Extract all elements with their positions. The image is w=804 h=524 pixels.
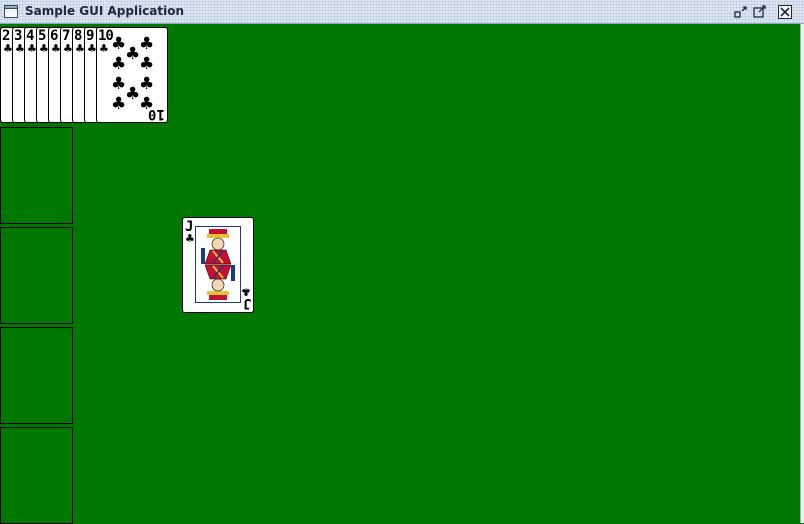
club-pip-icon: ♣ <box>139 34 155 54</box>
close-icon[interactable] <box>778 5 792 19</box>
empty-pile-2[interactable] <box>0 227 73 324</box>
window-border <box>800 24 804 523</box>
card-rank-inverted: 10 <box>148 106 165 122</box>
card-10-of-clubs[interactable]: 10 ♣ ♣ ♣ ♣ ♣ ♣ ♣ ♣ ♣ ♣ ♣ 10 <box>96 27 168 123</box>
card-rank: 4 <box>26 28 35 44</box>
window-title: Sample GUI Application <box>25 4 185 18</box>
window-icon <box>4 5 18 18</box>
card-rank: 7 <box>62 28 71 44</box>
club-pip-icon: ♣ <box>111 54 127 74</box>
maximize-icon[interactable] <box>753 5 767 19</box>
club-icon: ♣ <box>185 232 195 245</box>
club-pip-icon: ♣ <box>139 74 155 94</box>
card-jack-of-clubs[interactable]: J ♣ ♣ J <box>182 217 254 313</box>
restore-down-icon[interactable] <box>734 5 748 19</box>
card-rank-inverted: J <box>242 295 251 311</box>
card-rank: 8 <box>74 28 83 44</box>
club-pip-icon: ♣ <box>139 54 155 74</box>
club-pip-icon: ♣ <box>125 44 141 64</box>
application-window: Sample GUI Application 2 ♣ 3 ♣ 4 ♣ 5 ♣ 6… <box>0 0 804 524</box>
empty-pile-3[interactable] <box>0 327 73 424</box>
title-bar[interactable]: Sample GUI Application <box>0 0 804 24</box>
club-icon: ♣ <box>99 42 109 55</box>
card-rank: 6 <box>50 28 59 44</box>
empty-pile-1[interactable] <box>0 127 73 224</box>
empty-pile-4[interactable] <box>0 427 73 524</box>
card-rank: 9 <box>86 28 95 44</box>
club-pip-icon: ♣ <box>111 94 127 114</box>
jack-portrait-icon <box>195 226 241 303</box>
club-pip-icon: ♣ <box>125 84 141 104</box>
card-rank: 5 <box>38 28 47 44</box>
club-pip-icon: ♣ <box>111 34 127 54</box>
card-rank: 2 <box>2 28 11 44</box>
card-rank: 3 <box>14 28 23 44</box>
club-pip-icon: ♣ <box>111 74 127 94</box>
